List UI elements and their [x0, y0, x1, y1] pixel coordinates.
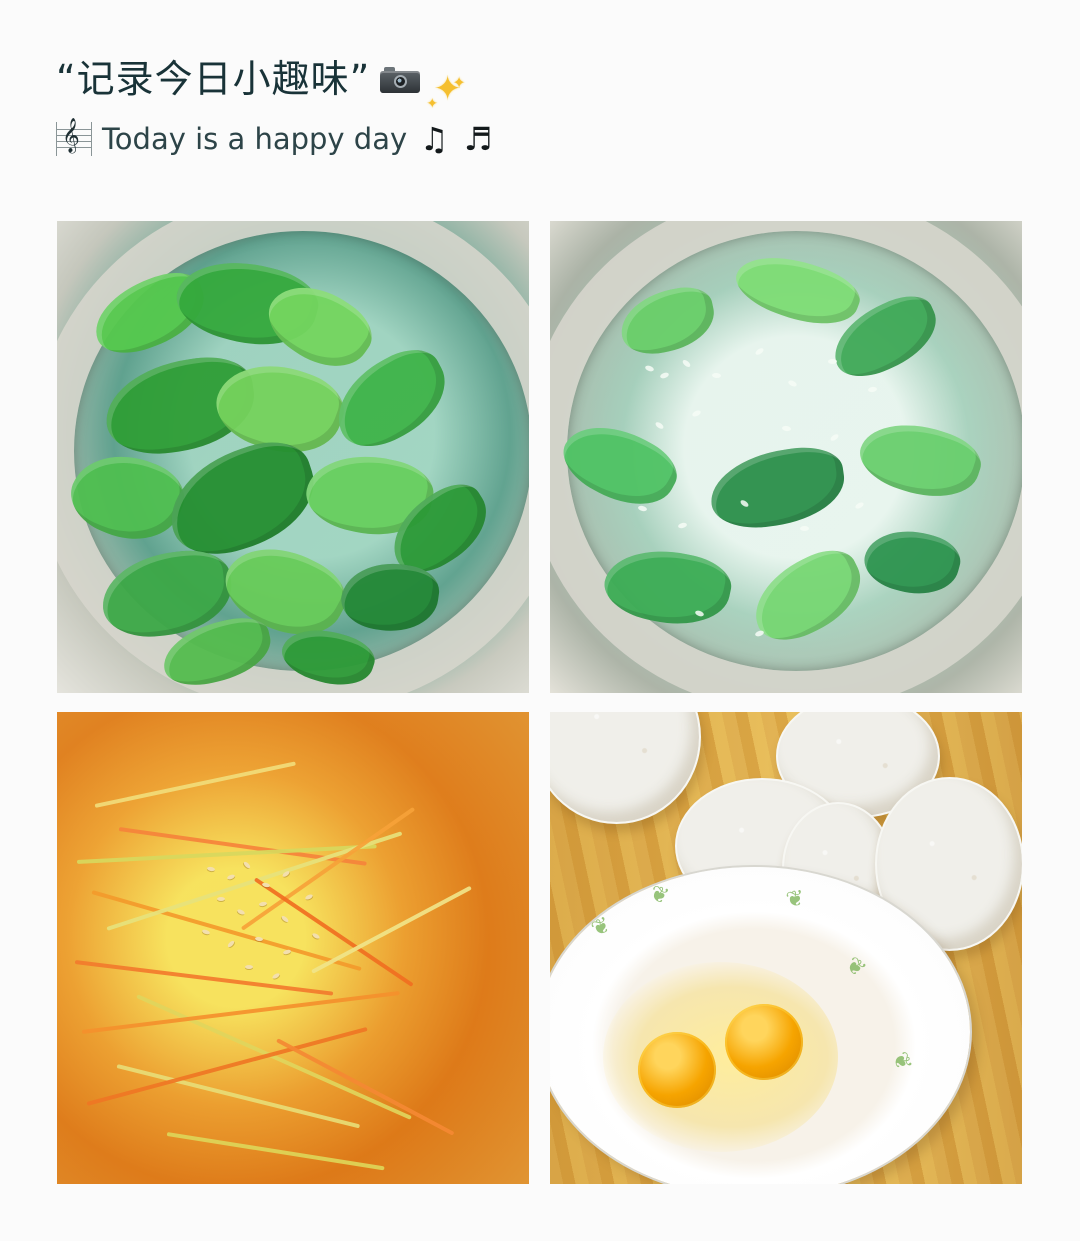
cracked-eggs — [603, 962, 838, 1152]
music-note-icon: ♬ — [463, 120, 493, 158]
page-subtitle: Today is a happy day — [102, 122, 408, 156]
sparkles-icon: ✦ ✦ ✦ — [426, 69, 467, 112]
page-title: “记录今日小趣味” — [56, 57, 371, 101]
camera-icon — [380, 65, 421, 93]
vegetable-rice-porridge-photo — [550, 221, 1022, 693]
egg-bowl: ❦ ❦ ❦ ❦ ❦ — [550, 867, 970, 1184]
shredded-potato-carrot-sesame-photo — [57, 712, 529, 1184]
post-header: “记录今日小趣味” ✦ ✦ ✦ 𝄞 Today is a happy day ♫ ♬ — [56, 50, 1036, 160]
bread-round — [550, 712, 701, 824]
subtitle-row: 𝄞 Today is a happy day ♫ ♬ — [56, 118, 1036, 160]
green-leafy-vegetable-soup-photo — [57, 221, 529, 693]
bread-rounds-and-eggs-photo: ❦ ❦ ❦ ❦ ❦ — [550, 712, 1022, 1184]
music-staff-icon: 𝄞 — [56, 119, 92, 156]
title-row: “记录今日小趣味” ✦ ✦ ✦ — [56, 50, 1036, 112]
